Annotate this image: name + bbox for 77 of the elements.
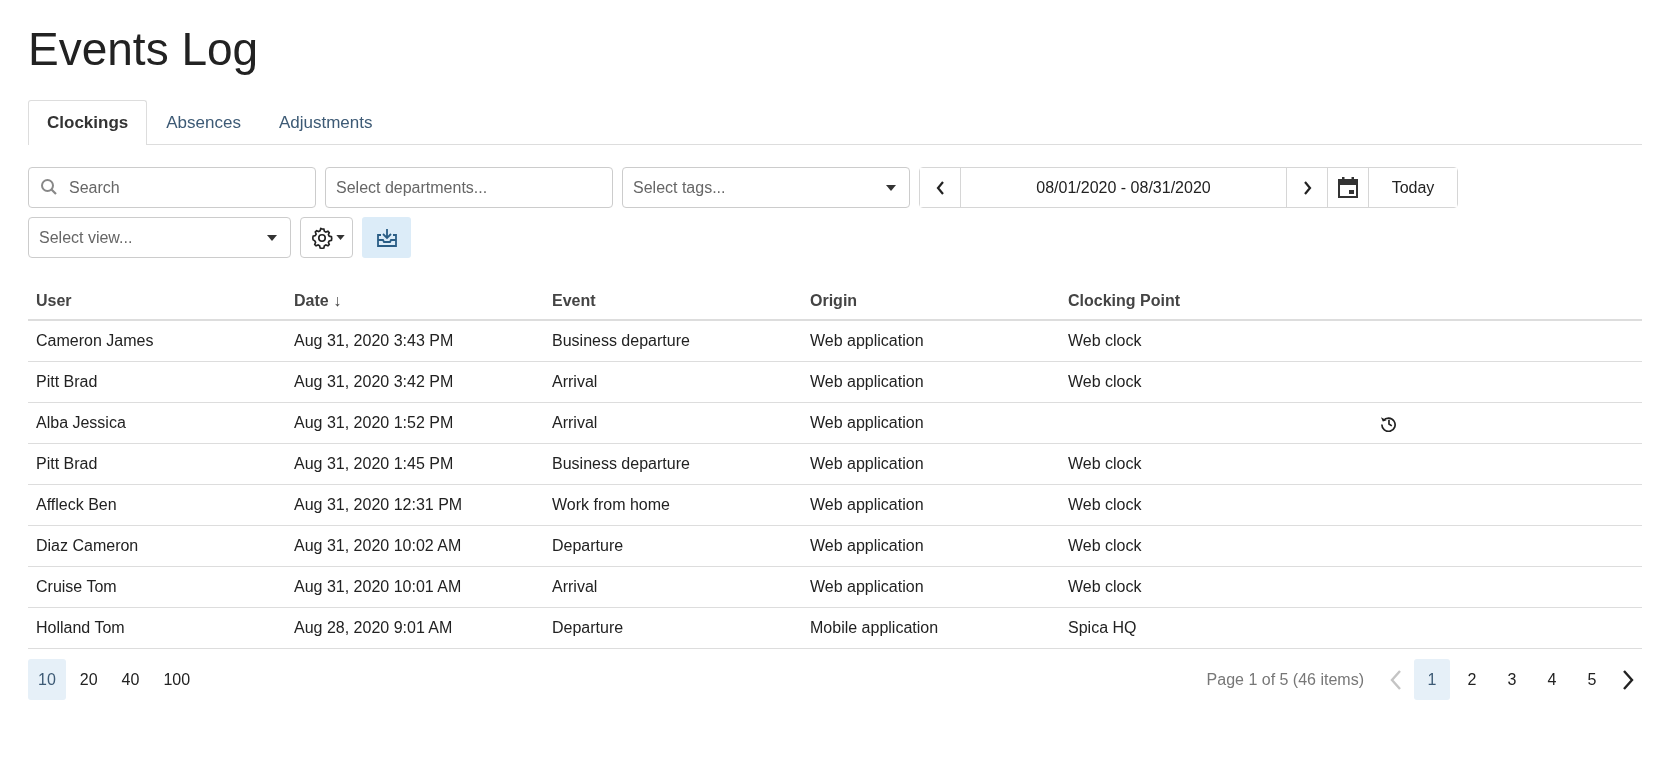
table-cell: Cameron James — [36, 332, 154, 349]
table-cell: Web clock — [1068, 496, 1142, 513]
table-cell: Pitt Brad — [36, 455, 98, 472]
table-cell: Web application — [810, 332, 924, 349]
tab[interactable]: Clockings — [28, 100, 148, 145]
table-cell: Web application — [810, 455, 924, 472]
page-size-option[interactable]: 10 — [28, 659, 66, 700]
table-cell: Arrival — [552, 578, 598, 595]
page-size-option[interactable]: 40 — [111, 659, 150, 700]
page-title: Events Log — [28, 22, 260, 76]
table-cell: Spica HQ — [1068, 619, 1137, 636]
table-cell: Holland Tom — [36, 619, 125, 636]
table-cell: Web clock — [1068, 578, 1142, 595]
table-cell: Web application — [810, 578, 924, 595]
previous-button[interactable] — [920, 168, 961, 207]
download-tray-icon — [375, 227, 398, 248]
column-header[interactable]: User — [36, 292, 72, 309]
column-header[interactable]: Date ↓ — [294, 292, 342, 309]
table-cell: Arrival — [552, 373, 598, 390]
history-icon[interactable] — [1380, 414, 1397, 432]
page-button[interactable]: 3 — [1494, 659, 1530, 700]
page-button[interactable]: 1 — [1414, 659, 1450, 700]
chevron-right-icon — [1622, 669, 1634, 690]
calendar-icon — [1338, 177, 1358, 198]
table-cell: Aug 31, 2020 10:02 AM — [294, 537, 462, 554]
caret-icon — [886, 185, 896, 191]
table-cell: Diaz Cameron — [36, 537, 139, 554]
table-cell: Aug 31, 2020 3:43 PM — [294, 332, 454, 349]
page-button[interactable]: 5 — [1574, 659, 1610, 700]
chevron-left-icon — [1390, 669, 1402, 690]
view-dropdown[interactable]: Select view... — [28, 217, 291, 258]
table-cell: Departure — [552, 537, 624, 554]
tab[interactable]: Adjustments — [259, 100, 392, 145]
page-size-option[interactable]: 20 — [69, 659, 108, 700]
chevron-right-icon — [1302, 180, 1312, 195]
tab[interactable]: Absences — [147, 100, 260, 145]
settings-icon — [311, 226, 333, 249]
table-cell: Web clock — [1068, 373, 1142, 390]
table-cell: Web clock — [1068, 537, 1142, 554]
table-cell: Web application — [810, 496, 924, 513]
page-size-option[interactable]: 100 — [153, 659, 201, 700]
tags-dropdown[interactable]: Select tags... — [622, 167, 910, 208]
table-cell: Work from home — [552, 496, 670, 513]
table-cell: Aug 31, 2020 1:52 PM — [294, 414, 454, 431]
page-summary: Page 1 of 5 (46 items) — [1206, 670, 1364, 689]
page-button[interactable]: 4 — [1534, 659, 1570, 700]
table-cell: Aug 31, 2020 12:31 PM — [294, 496, 463, 513]
download-button[interactable] — [362, 217, 411, 258]
chevron-left-icon — [935, 180, 945, 195]
column-header[interactable]: Clocking Point — [1068, 292, 1180, 309]
departments-field[interactable]: Select departments... — [325, 167, 613, 208]
caret-icon — [267, 235, 277, 241]
table-cell: Business departure — [552, 332, 690, 349]
column-header[interactable]: Origin — [810, 292, 858, 309]
table-cell: Web clock — [1068, 332, 1142, 349]
table-cell: Departure — [552, 619, 624, 636]
table-cell: Arrival — [552, 414, 598, 431]
table-cell: Mobile application — [810, 619, 939, 636]
search-field[interactable]: Search — [28, 167, 316, 208]
table-cell: Web clock — [1068, 455, 1142, 472]
table-cell: Web application — [810, 414, 924, 431]
table-cell: Alba Jessica — [36, 414, 126, 431]
table-cell: Aug 31, 2020 1:45 PM — [294, 455, 454, 472]
caret-icon — [336, 235, 345, 240]
table-cell: Web application — [810, 373, 924, 390]
table-cell: Cruise Tom — [36, 578, 117, 595]
settings-button[interactable] — [300, 217, 353, 258]
search-icon — [40, 178, 58, 196]
table-cell: Aug 31, 2020 3:42 PM — [294, 373, 454, 390]
column-header[interactable]: Event — [552, 292, 596, 309]
table-cell: Web application — [810, 537, 924, 554]
table-cell: Pitt Brad — [36, 373, 98, 390]
page-button[interactable]: 2 — [1454, 659, 1490, 700]
table-cell: Business departure — [552, 455, 690, 472]
table-cell: Aug 28, 2020 9:01 AM — [294, 619, 453, 636]
table-cell: Aug 31, 2020 10:01 AM — [294, 578, 462, 595]
table-cell: Affleck Ben — [36, 496, 117, 513]
